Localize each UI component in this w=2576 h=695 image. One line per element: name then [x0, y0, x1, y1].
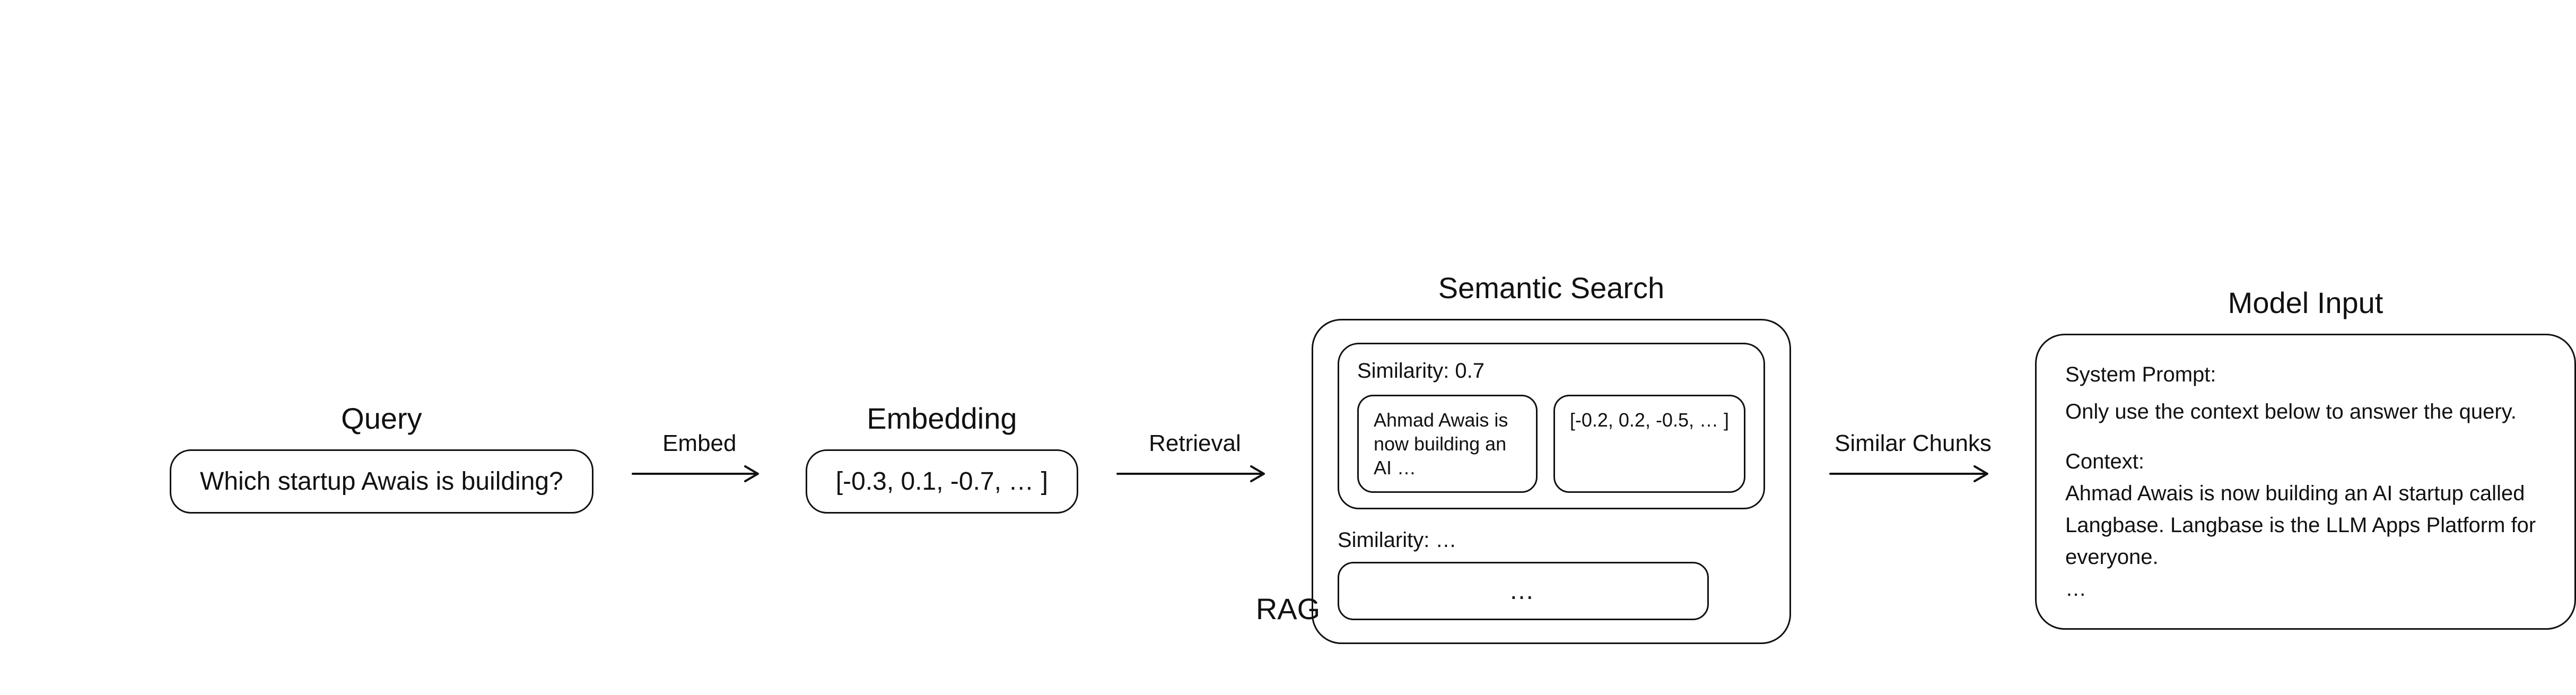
chunk-placeholder: … — [1338, 562, 1709, 620]
arrow-similar: Similar Chunks — [1828, 430, 1998, 484]
embedding-title: Embedding — [867, 401, 1017, 436]
search-rest: Similarity: … … — [1338, 528, 1765, 620]
arrow-embed-label: Embed — [662, 430, 736, 457]
result-row: Ahmad Awais is now building an AI … [-0.… — [1357, 395, 1745, 493]
search-col: Semantic Search Similarity: 0.7 Ahmad Aw… — [1312, 271, 1791, 644]
chunk-vector: [-0.2, 0.2, -0.5, … ] — [1553, 395, 1745, 493]
arrow-embed: Embed — [631, 430, 769, 484]
arrow-retrieval-label: Retrieval — [1149, 430, 1241, 457]
model-input-col: Model Input System Prompt: Only use the … — [2035, 285, 2576, 630]
arrow-right-icon — [1828, 463, 1998, 484]
rag-diagram: Query Which startup Awais is building? E… — [0, 0, 2576, 695]
query-title: Query — [341, 401, 422, 436]
context-label: Context: — [2065, 446, 2546, 477]
diagram-caption: RAG — [1256, 592, 1320, 626]
similarity-label: Similarity: … — [1338, 528, 1765, 552]
flow-row: Query Which startup Awais is building? E… — [170, 271, 2576, 644]
arrow-right-icon — [1115, 463, 1274, 484]
query-box: Which startup Awais is building? — [170, 449, 593, 514]
search-top-result: Similarity: 0.7 Ahmad Awais is now build… — [1338, 343, 1765, 509]
arrow-right-icon — [631, 463, 769, 484]
arrow-retrieval: Retrieval — [1115, 430, 1274, 484]
embedding-box: [-0.3, 0.1, -0.7, … ] — [806, 449, 1078, 514]
arrow-similar-label: Similar Chunks — [1835, 430, 1992, 457]
query-col: Query Which startup Awais is building? — [170, 401, 593, 514]
embedding-col: Embedding [-0.3, 0.1, -0.7, … ] — [806, 401, 1078, 514]
search-panel: Similarity: 0.7 Ahmad Awais is now build… — [1312, 319, 1791, 644]
context-text: Ahmad Awais is now building an AI startu… — [2065, 477, 2546, 573]
system-prompt-label: System Prompt: — [2065, 359, 2546, 390]
similarity-label: Similarity: 0.7 — [1357, 359, 1745, 383]
system-prompt-text: Only use the context below to answer the… — [2065, 396, 2546, 428]
model-input-panel: System Prompt: Only use the context belo… — [2035, 334, 2576, 630]
chunk-text: Ahmad Awais is now building an AI … — [1357, 395, 1538, 493]
model-input-title: Model Input — [2228, 285, 2383, 320]
search-title: Semantic Search — [1438, 271, 1664, 305]
context-ellipsis: … — [2065, 573, 2546, 605]
